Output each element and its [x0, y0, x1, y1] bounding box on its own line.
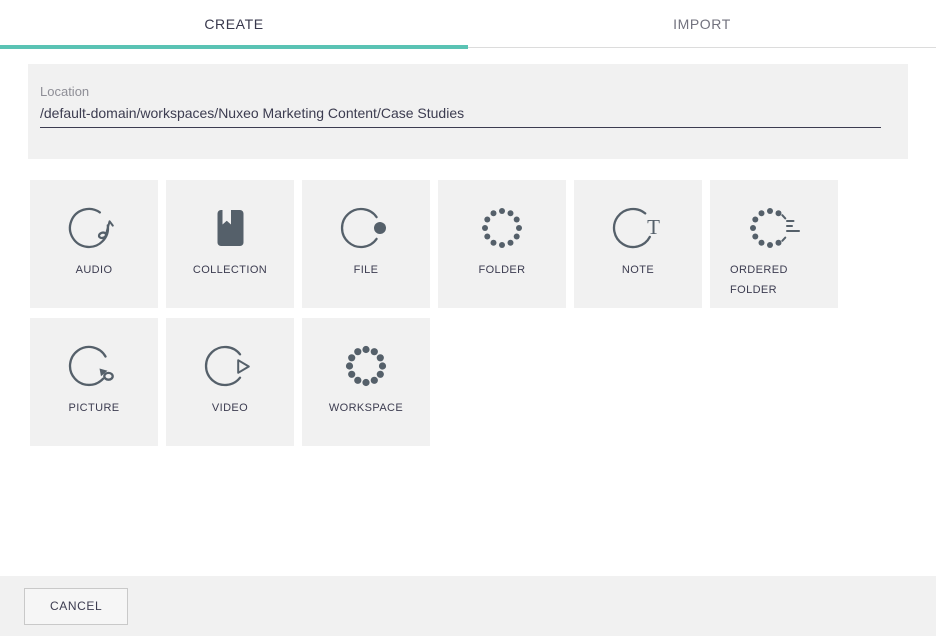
- tab-create[interactable]: CREATE: [0, 0, 468, 47]
- doc-type-grid: AUDIO COLLECTION FILE: [0, 159, 936, 456]
- audio-icon: [66, 200, 122, 256]
- doc-type-label: COLLECTION: [193, 260, 267, 280]
- tab-import[interactable]: IMPORT: [468, 0, 936, 47]
- doc-type-label: FILE: [354, 260, 379, 280]
- doc-type-collection[interactable]: COLLECTION: [166, 180, 294, 308]
- doc-type-label: ORDERED FOLDER: [730, 260, 818, 300]
- location-field-label: Location: [40, 83, 881, 100]
- doc-type-audio[interactable]: AUDIO: [30, 180, 158, 308]
- doc-type-note[interactable]: T NOTE: [574, 180, 702, 308]
- doc-type-grid-area: AUDIO COLLECTION FILE: [0, 159, 936, 576]
- location-path-input[interactable]: /default-domain/workspaces/Nuxeo Marketi…: [40, 104, 881, 128]
- doc-type-folder[interactable]: FOLDER: [438, 180, 566, 308]
- doc-type-workspace[interactable]: WORKSPACE: [302, 318, 430, 446]
- video-icon: [202, 338, 258, 394]
- picture-icon: [66, 338, 122, 394]
- folder-icon: [474, 200, 530, 256]
- svg-text:T: T: [647, 215, 660, 239]
- doc-type-label: AUDIO: [76, 260, 113, 280]
- doc-type-ordered-folder[interactable]: ORDERED FOLDER: [710, 180, 838, 308]
- doc-type-label: NOTE: [622, 260, 654, 280]
- tab-create-label: CREATE: [204, 16, 263, 32]
- doc-type-file[interactable]: FILE: [302, 180, 430, 308]
- doc-type-label: PICTURE: [68, 398, 119, 418]
- doc-type-label: WORKSPACE: [329, 398, 403, 418]
- file-icon: [338, 200, 394, 256]
- workspace-icon: [338, 338, 394, 394]
- location-panel: Location /default-domain/workspaces/Nuxe…: [28, 64, 908, 159]
- dialog-footer: CANCEL: [0, 576, 936, 636]
- create-document-dialog: CREATE IMPORT Location /default-domain/w…: [0, 0, 936, 636]
- doc-type-video[interactable]: VIDEO: [166, 318, 294, 446]
- cancel-button[interactable]: CANCEL: [24, 588, 128, 625]
- doc-type-picture[interactable]: PICTURE: [30, 318, 158, 446]
- doc-type-label: FOLDER: [478, 260, 525, 280]
- ordered-folder-icon: [746, 200, 802, 256]
- note-icon: T: [610, 200, 666, 256]
- collection-icon: [202, 200, 258, 256]
- tab-import-label: IMPORT: [673, 16, 731, 32]
- doc-type-label: VIDEO: [212, 398, 248, 418]
- dialog-tabs: CREATE IMPORT: [0, 0, 936, 48]
